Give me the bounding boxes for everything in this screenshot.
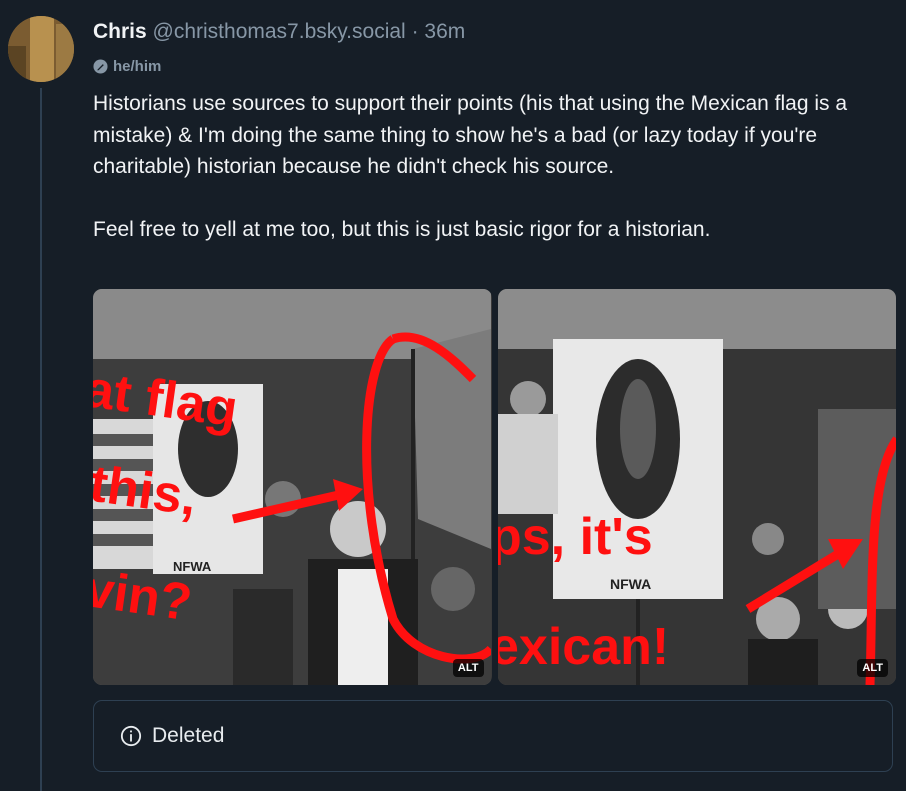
- post-header: Chris @christhomas7.bsky.social · 36m: [93, 20, 465, 44]
- alt-badge-2[interactable]: ALT: [857, 659, 888, 677]
- pronouns-label: he/him: [113, 58, 162, 75]
- pronouns: he/him: [93, 58, 161, 75]
- author-handle[interactable]: @christhomas7.bsky.social: [153, 20, 406, 43]
- alt-badge-1[interactable]: ALT: [452, 659, 484, 677]
- avatar[interactable]: [8, 16, 74, 82]
- post-paragraph-1: Historians use sources to support their …: [93, 92, 848, 178]
- image-gallery: NFWA at flag this, vin? ALT NFWA ps, it'…: [93, 289, 896, 685]
- annotation-line-5: exican!: [498, 618, 669, 676]
- post-timestamp[interactable]: 36m: [424, 20, 465, 43]
- post-text: Historians use sources to support their …: [93, 88, 883, 245]
- quoted-post-deleted: Deleted: [93, 700, 893, 772]
- header-separator: ·: [411, 20, 419, 43]
- annotation-line-4: ps, it's: [498, 508, 653, 566]
- deleted-label: Deleted: [152, 724, 225, 747]
- banner-text-2: NFWA: [610, 576, 651, 592]
- post-image-2[interactable]: NFWA ps, it's exican! ALT: [497, 289, 896, 685]
- post-paragraph-2: Feel free to yell at me too, but this is…: [93, 217, 711, 241]
- photo-1: NFWA at flag this, vin?: [93, 289, 491, 685]
- author-name[interactable]: Chris: [93, 20, 147, 43]
- avatar-image: [8, 16, 74, 82]
- thread-line: [40, 88, 42, 791]
- info-icon: [120, 725, 142, 747]
- photo-2: NFWA ps, it's exican!: [497, 289, 896, 685]
- post-image-1[interactable]: NFWA at flag this, vin? ALT: [93, 289, 492, 685]
- pronoun-icon: [93, 59, 108, 74]
